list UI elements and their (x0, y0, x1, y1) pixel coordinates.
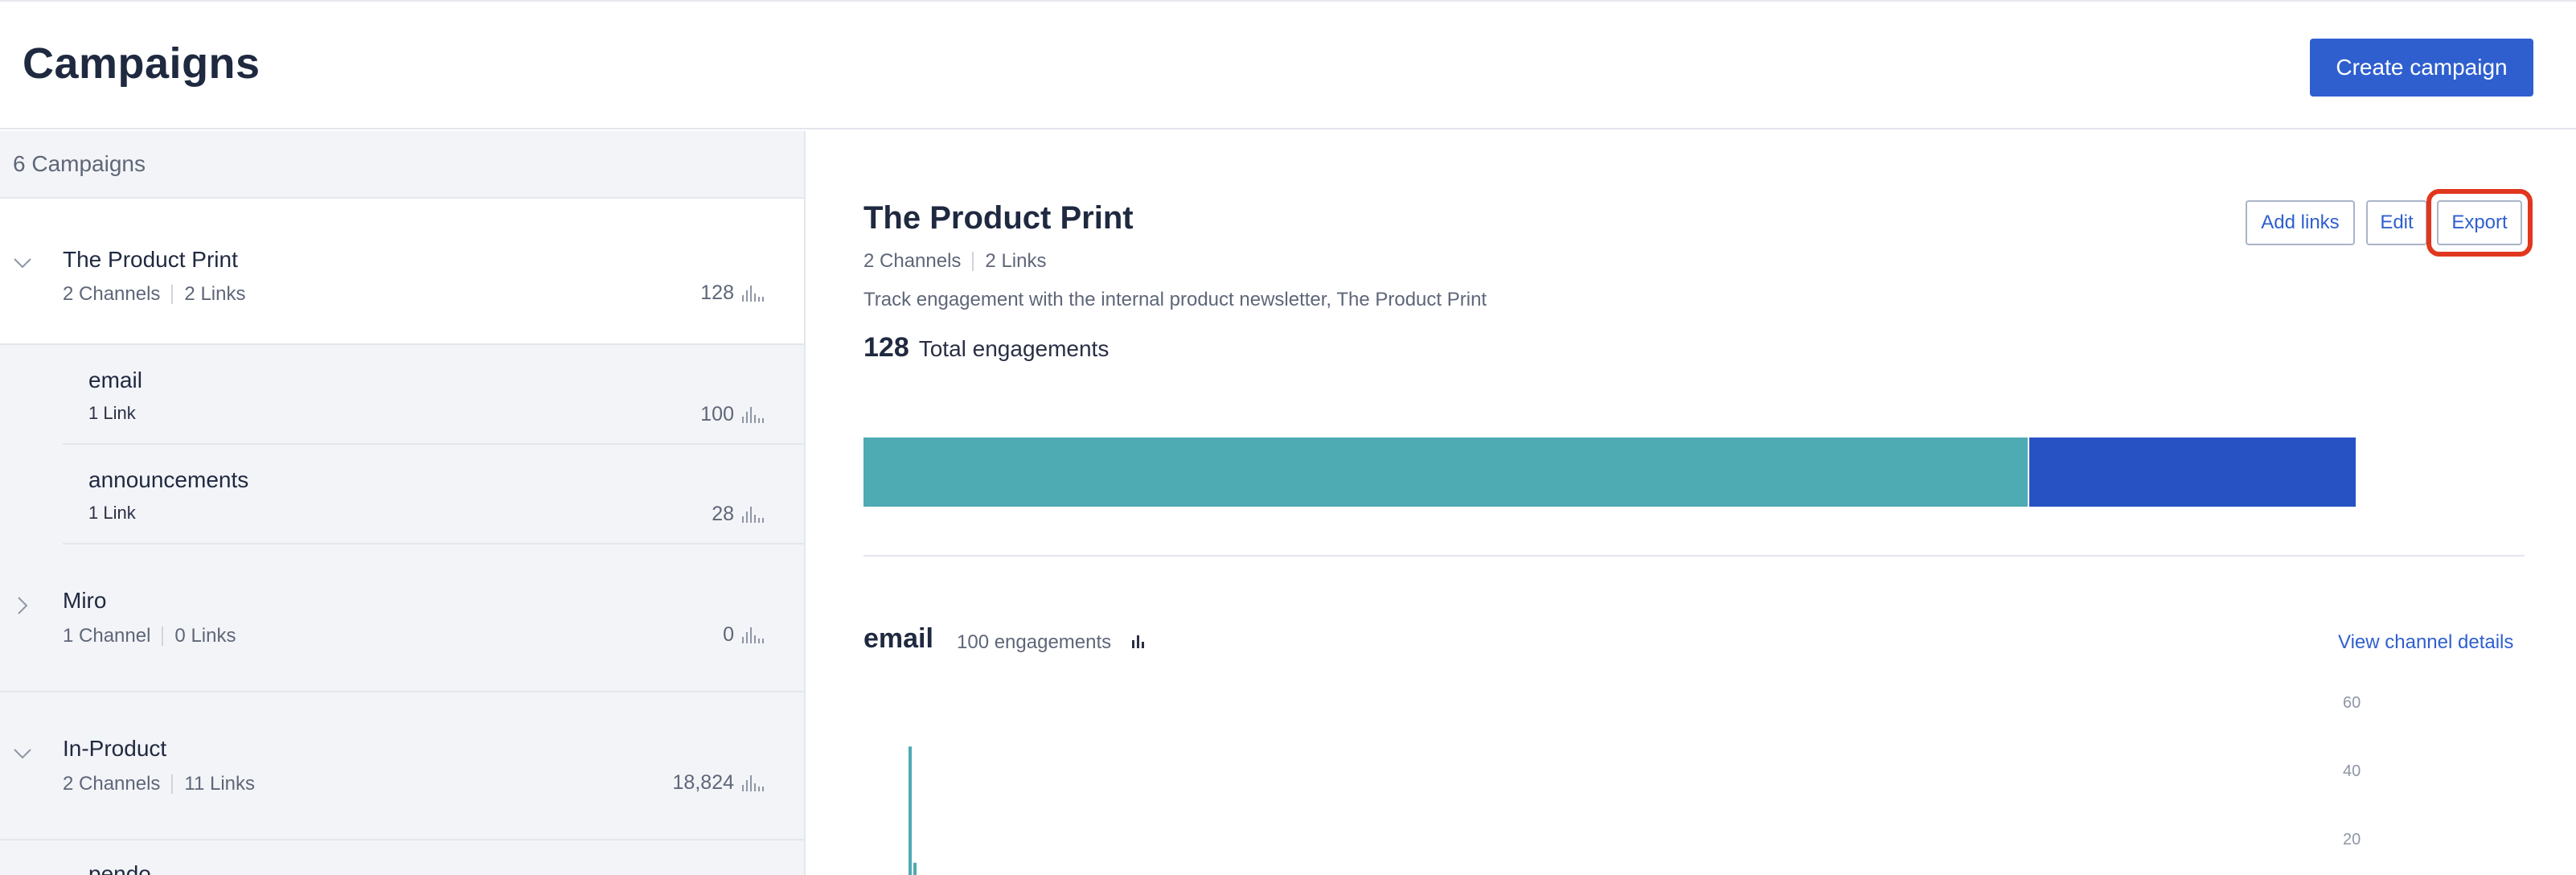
channel-link-count: 1 Link (88, 503, 136, 523)
campaign-meta: 2 Channels 11 Links (63, 773, 255, 795)
export-highlight-outline (2426, 189, 2533, 257)
y-tick-label: 20 (2343, 831, 2361, 848)
meta-divider (171, 285, 174, 304)
link-count: 11 Links (184, 773, 256, 795)
campaign-name: The Product Print (63, 247, 238, 272)
campaign-item-miro[interactable]: Miro 1 Channel 0 Links 0 (0, 544, 804, 692)
channel-engagements: 100 (700, 403, 764, 426)
section-divider (863, 555, 2525, 557)
engagement-count: 100 (700, 403, 734, 425)
channel-item-announcements[interactable]: announcements 1 Link 28 (63, 445, 804, 544)
page-title: Campaigns (23, 39, 260, 88)
channel-engagement-chart: 60 40 20 (909, 694, 2361, 875)
y-tick-label: 40 (2343, 762, 2361, 780)
bar-chart-icon[interactable] (1132, 634, 1144, 648)
add-links-button[interactable]: Add links (2246, 200, 2355, 245)
link-count: 2 Links (184, 283, 246, 305)
bar-chart-icon (742, 626, 764, 643)
engagement-count: 128 (700, 281, 734, 304)
campaign-meta: 2 Channels 2 Links (63, 283, 245, 306)
link-count: 2 Links (985, 250, 1047, 272)
channel-count: 2 Channels (63, 773, 161, 795)
engagement-count: 28 (712, 503, 734, 525)
channel-section-title: email (863, 623, 933, 654)
breakdown-segment-announcements[interactable] (2029, 438, 2356, 507)
channel-count: 2 Channels (63, 283, 161, 305)
campaign-engagements: 128 (700, 281, 764, 305)
channel-count: 1 Channel (63, 625, 151, 647)
engagement-breakdown-bar (863, 438, 2356, 507)
channel-name: announcements (88, 467, 249, 492)
chart-bar[interactable] (909, 746, 912, 875)
chevron-down-icon[interactable] (11, 252, 34, 274)
campaign-title: The Product Print (863, 200, 1134, 236)
campaign-item-in-product[interactable]: In-Product 2 Channels 11 Links 18,824 (0, 692, 804, 840)
create-campaign-button[interactable]: Create campaign (2310, 39, 2533, 97)
channel-item-email[interactable]: email 1 Link 100 (63, 345, 804, 445)
chart-bar[interactable] (913, 862, 917, 875)
edit-button[interactable]: Edit (2366, 200, 2427, 245)
campaign-name: Miro (63, 588, 107, 613)
channel-link-count: 1 Link (88, 403, 136, 423)
campaign-item-the-product-print[interactable]: The Product Print 2 Channels 2 Links 128 (0, 199, 804, 345)
total-engagements: 128 Total engagements (863, 332, 1109, 364)
view-channel-details-link[interactable]: View channel details (2338, 631, 2513, 654)
chevron-down-icon[interactable] (11, 742, 34, 765)
total-engagements-number: 128 (863, 332, 909, 363)
campaign-list-panel: 6 Campaigns The Product Print 2 Channels… (0, 131, 806, 875)
bar-chart-icon (742, 406, 764, 423)
page-header: Campaigns Create campaign (0, 3, 2576, 129)
channel-name: pendo (88, 861, 151, 875)
campaign-engagements: 0 (723, 623, 764, 647)
meta-divider (972, 252, 974, 271)
campaign-engagements: 18,824 (673, 771, 764, 795)
channel-engagements-label: 100 engagements (957, 631, 1112, 653)
chevron-right-icon[interactable] (11, 594, 34, 617)
engagement-count: 0 (723, 623, 734, 646)
campaign-count: 6 Campaigns (0, 131, 804, 199)
channel-count: 2 Channels (863, 250, 962, 272)
campaign-meta: 1 Channel 0 Links (63, 625, 236, 647)
breakdown-segment-email[interactable] (863, 438, 2028, 507)
meta-divider (162, 626, 164, 646)
campaign-meta: 2 Channels 2 Links (863, 250, 1046, 273)
engagement-count: 18,824 (672, 771, 734, 794)
campaign-name: In-Product (63, 736, 167, 761)
y-tick-label: 60 (2343, 694, 2361, 712)
channel-engagements: 28 (712, 503, 764, 526)
channel-name: email (88, 368, 142, 392)
campaign-description: Track engagement with the internal produ… (863, 289, 1487, 310)
bar-chart-icon (742, 774, 764, 791)
total-engagements-label: Total engagements (918, 336, 1110, 361)
channel-item-pendo[interactable]: pendo (63, 840, 804, 875)
campaign-detail-panel: The Product Print 2 Channels 2 Links Tra… (807, 131, 2576, 875)
bar-chart-icon (742, 285, 764, 302)
meta-divider (171, 774, 174, 794)
bar-chart-icon (742, 506, 764, 523)
link-count: 0 Links (174, 625, 236, 647)
